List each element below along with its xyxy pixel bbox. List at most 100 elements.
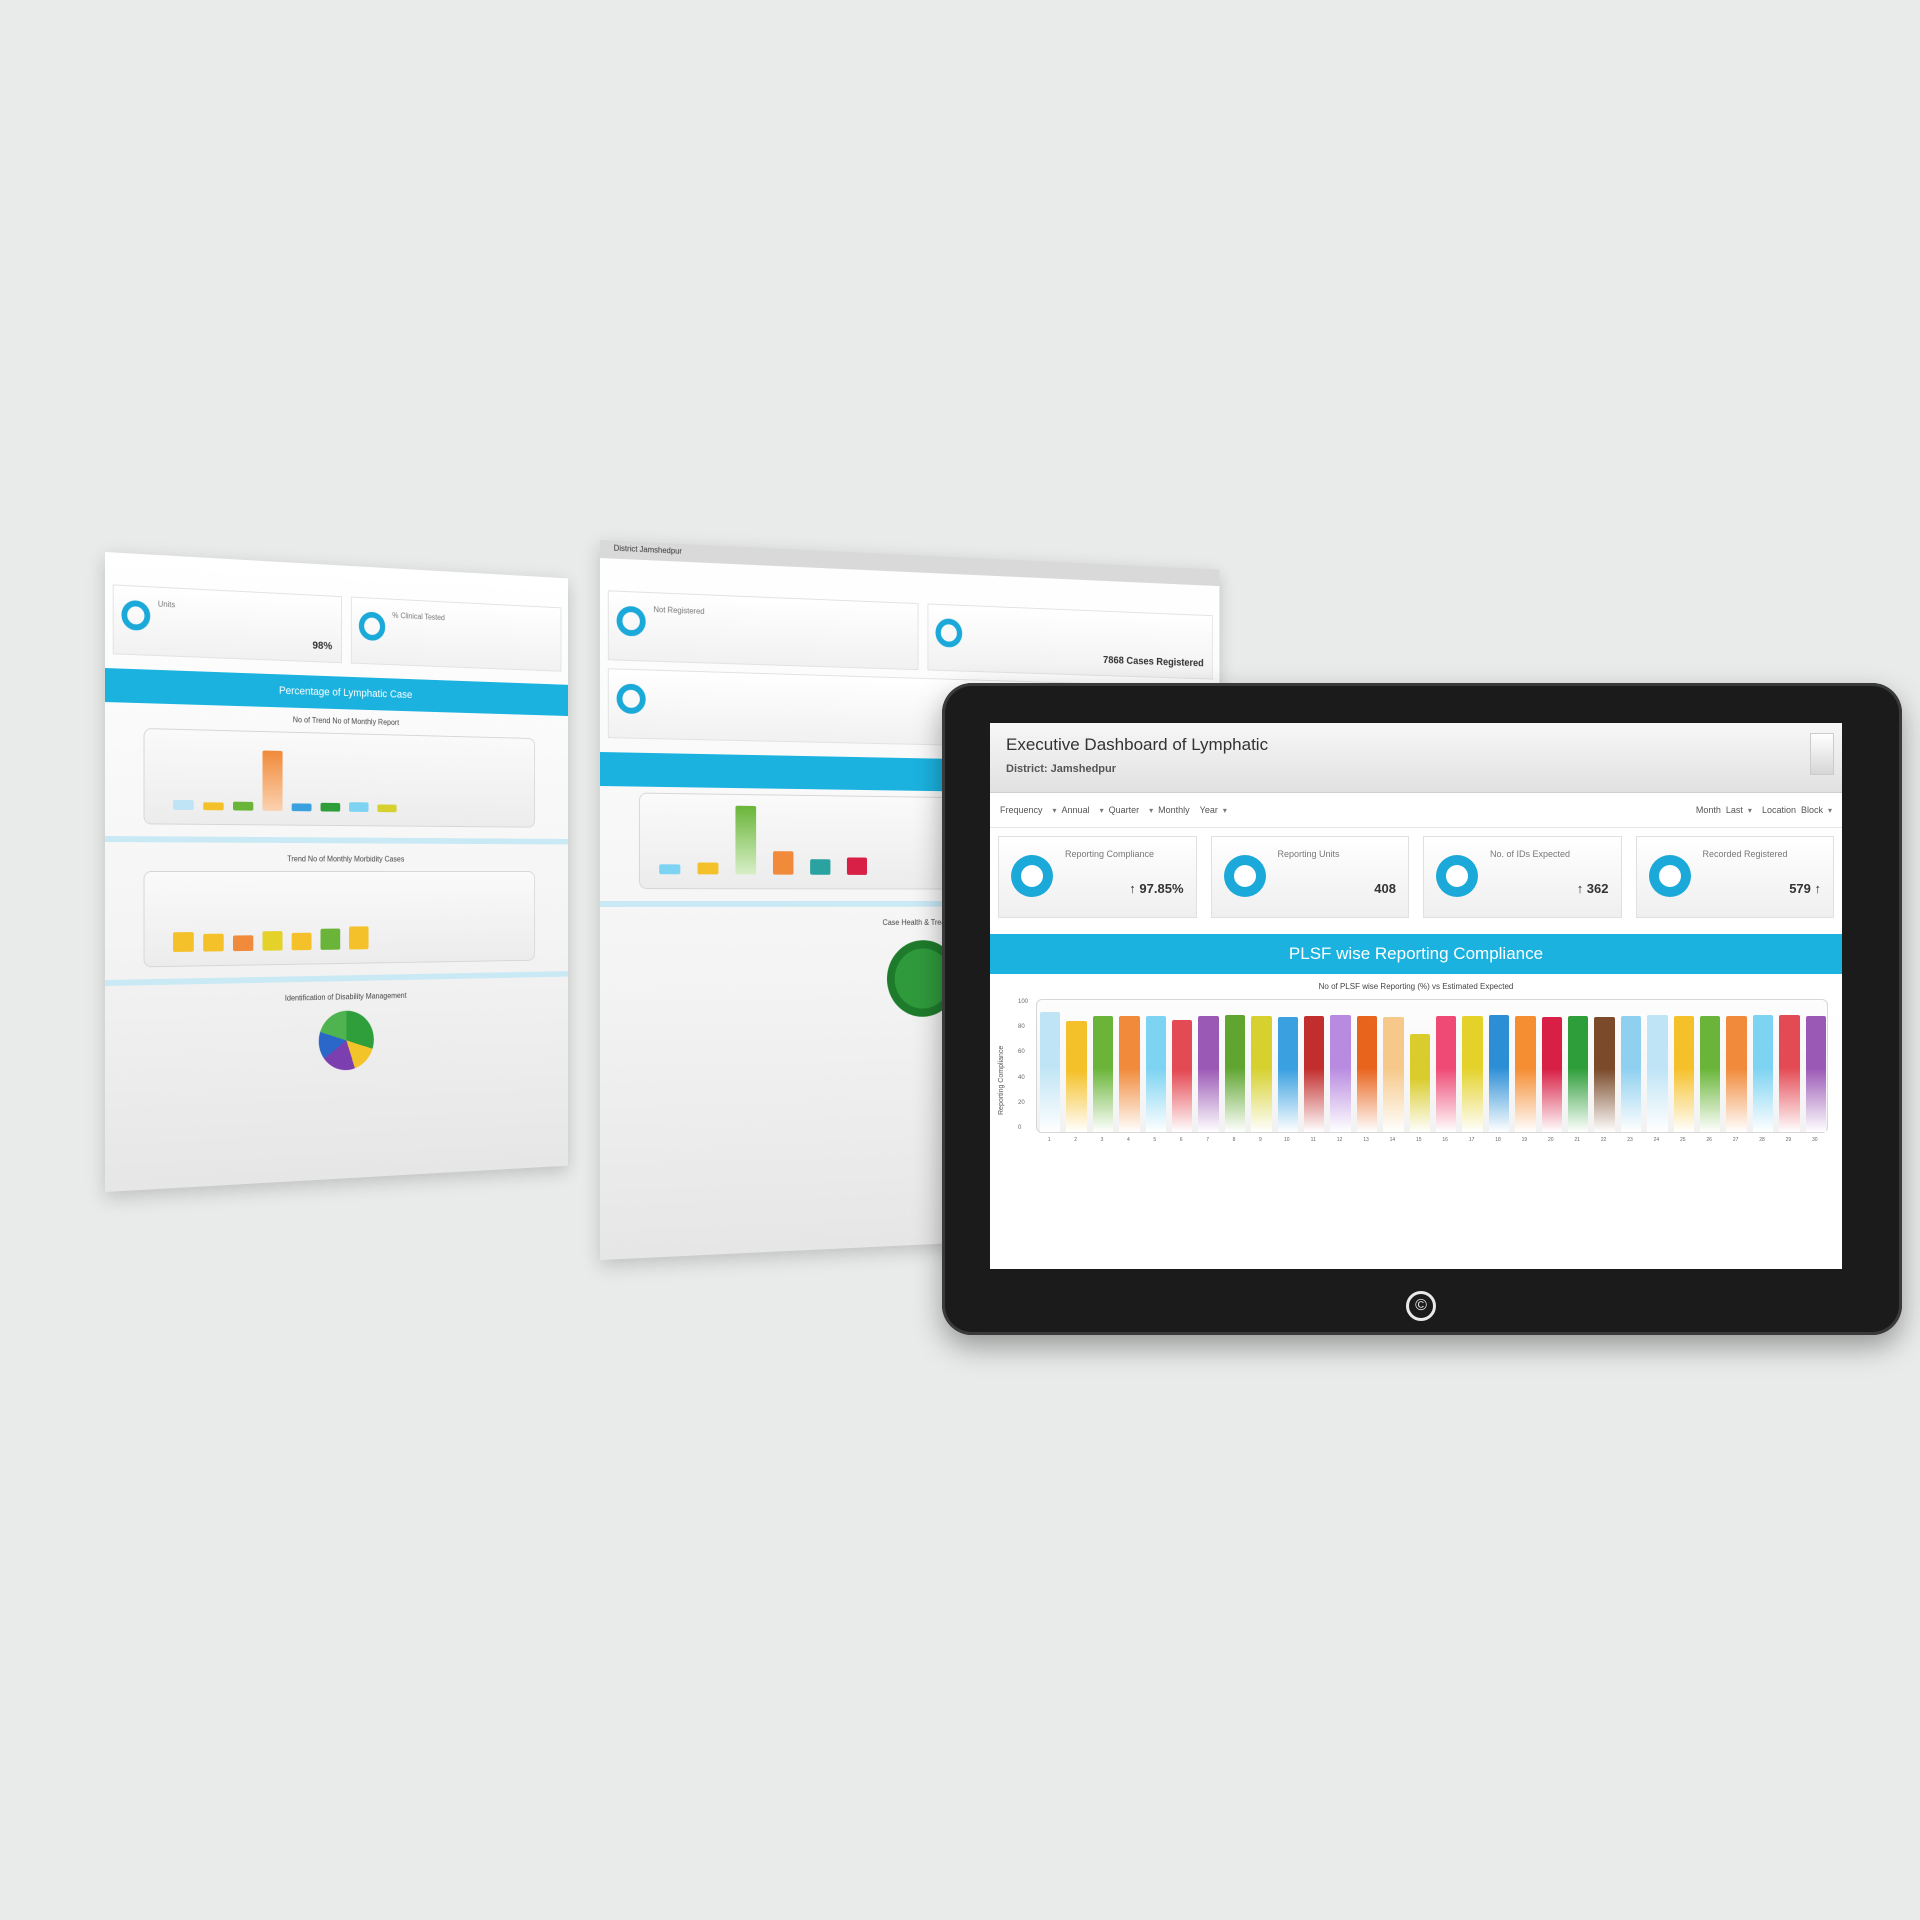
y-tick-label: 20: [1018, 1099, 1025, 1106]
chart-bar[interactable]: [1620, 1016, 1642, 1132]
sheet-a-chart-panel-1: [143, 727, 536, 828]
sheet-a-chart-panel-2: [143, 871, 536, 968]
radio-icon: ▾: [1099, 805, 1104, 815]
chart-bar[interactable]: [1409, 1034, 1431, 1132]
filter-location[interactable]: Location Block ▾: [1762, 805, 1832, 815]
filter-bar: Frequency ▾ Annual ▾ Quarter ▾ Monthly Year…: [990, 793, 1842, 828]
y-tick-label: 40: [1018, 1074, 1025, 1081]
chart-bar[interactable]: [1119, 1016, 1140, 1132]
chart-bar[interactable]: [1356, 1016, 1378, 1132]
x-tick-label: 22: [1600, 1137, 1607, 1143]
chart-bar[interactable]: [1224, 1014, 1246, 1132]
chevron-down-icon: ▾: [1222, 805, 1227, 815]
tablet-device: Executive Dashboard of Lymphatic Distric…: [942, 683, 1902, 1335]
chart-bar[interactable]: [1277, 1017, 1299, 1132]
kpi-value: 408: [1374, 881, 1396, 896]
kpi-label: Recorded Registered: [1702, 849, 1788, 859]
chart-bar[interactable]: [1752, 1014, 1774, 1132]
x-tick-label: 2: [1074, 1137, 1077, 1143]
x-tick-label: 6: [1179, 1137, 1183, 1143]
radio-icon: ▾: [1052, 805, 1057, 815]
filter-quarter[interactable]: ▾ Quarter: [1100, 805, 1140, 815]
promo-stage: Units 98% % Clinical Tested Percentage o…: [0, 0, 1920, 1920]
kpi-value: 579 ↑: [1789, 881, 1821, 896]
chart-bar[interactable]: [1039, 1012, 1061, 1132]
tablet-screen: Executive Dashboard of Lymphatic Distric…: [990, 723, 1842, 1269]
chevron-down-icon: ▾: [1747, 805, 1752, 815]
chart-bar[interactable]: [1462, 1016, 1483, 1132]
y-tick-label: 0: [1018, 1125, 1022, 1131]
section-band: PLSF wise Reporting Compliance: [990, 934, 1842, 974]
pie-chart: [318, 1010, 374, 1072]
chart-bar[interactable]: [1145, 1016, 1167, 1132]
section-divider: [105, 836, 568, 845]
x-tick-label: 15: [1416, 1137, 1422, 1143]
kpi-ring-icon: [1436, 855, 1478, 897]
x-tick-label: 4: [1127, 1137, 1130, 1143]
chart-title: No of PLSF wise Reporting (%) vs Estimat…: [1318, 982, 1514, 991]
x-tick-label: 26: [1706, 1137, 1712, 1143]
home-button[interactable]: ©: [1406, 1291, 1436, 1321]
chart-bar[interactable]: [1383, 1017, 1404, 1132]
kpi-card-reporting-compliance[interactable]: Reporting Compliance ↑ 97.85%: [998, 836, 1197, 918]
filter-month[interactable]: Month Last ▾: [1696, 805, 1752, 815]
kpi-value: ↑ 362: [1576, 881, 1609, 896]
header-corner-button[interactable]: [1810, 733, 1834, 775]
chart-bar[interactable]: [1567, 1016, 1589, 1132]
mini-bar: [203, 802, 224, 811]
filter-label: Monthly: [1158, 805, 1190, 815]
bar-chart: Reporting Compliance 100 80 60 40 20 0 1 2 3 4 5 6 7…: [998, 995, 1832, 1207]
chart-bar[interactable]: [1805, 1016, 1827, 1132]
filter-monthly[interactable]: ▾ Monthly: [1149, 805, 1190, 815]
kpi-value: ↑ 97.85%: [1129, 881, 1184, 896]
kpi-ring-icon: [358, 611, 386, 642]
chevron-down-icon: ▾: [1827, 805, 1832, 815]
x-tick-label: 13: [1363, 1137, 1369, 1143]
sheet-a-subtitle-3: Identification of Disability Management: [284, 991, 407, 1003]
x-tick-label: 7: [1206, 1137, 1209, 1143]
chart-bar[interactable]: [1673, 1016, 1695, 1132]
kpi-label: Not Registered: [653, 605, 705, 616]
filter-annual[interactable]: ▾ Annual: [1053, 805, 1090, 815]
chart-bar[interactable]: [1092, 1016, 1114, 1132]
x-tick-label: 27: [1732, 1137, 1739, 1143]
chart-bar[interactable]: [1779, 1014, 1800, 1132]
chart-plot-area: [1036, 999, 1828, 1133]
mini-bar: [735, 805, 757, 875]
mini-bar: [349, 926, 369, 950]
kpi-card-ids-expected[interactable]: No. of IDs Expected ↑ 362: [1423, 836, 1622, 918]
y-tick-label: 80: [1018, 1024, 1025, 1031]
mini-bar: [173, 799, 194, 810]
sheet-a-kpi-card: % Clinical Tested: [350, 596, 562, 672]
radio-icon: ▾: [1149, 805, 1154, 815]
chart-bar[interactable]: [1330, 1014, 1351, 1132]
chart-bar[interactable]: [1251, 1016, 1272, 1132]
chart-bar[interactable]: [1171, 1019, 1193, 1132]
kpi-label: % Clinical Tested: [392, 611, 445, 623]
chart-bar[interactable]: [1594, 1017, 1615, 1132]
chart-bar[interactable]: [1066, 1020, 1087, 1132]
dashboard-header: Executive Dashboard of Lymphatic Distric…: [990, 723, 1842, 793]
chart-bar[interactable]: [1726, 1016, 1747, 1132]
kpi-card-recorded-registered[interactable]: Recorded Registered 579 ↑: [1635, 836, 1834, 918]
x-tick-label: 18: [1495, 1137, 1501, 1143]
sheet-b-kpi-card: 7868 Cases Registered: [927, 603, 1213, 680]
kpi-label: Units: [157, 599, 176, 610]
chart-bar[interactable]: [1647, 1014, 1668, 1132]
chart-bar[interactable]: [1515, 1016, 1536, 1132]
kpi-card-reporting-units[interactable]: Reporting Units 408: [1210, 836, 1409, 918]
mini-bar: [810, 859, 831, 875]
chart-bar[interactable]: [1303, 1016, 1325, 1132]
dashboard-title: Executive Dashboard of Lymphatic: [1006, 735, 1269, 754]
filter-frequency[interactable]: Frequency: [1000, 805, 1043, 815]
chart-bar[interactable]: [1435, 1016, 1457, 1132]
mini-bar: [320, 802, 341, 812]
x-tick-label: 10: [1284, 1137, 1290, 1143]
kpi-ring-icon: [121, 599, 151, 631]
chart-bar[interactable]: [1488, 1014, 1510, 1132]
kpi-label: Reporting Units: [1277, 849, 1340, 859]
chart-bar[interactable]: [1198, 1016, 1219, 1132]
chart-bar[interactable]: [1699, 1016, 1721, 1132]
filter-year[interactable]: Year ▾: [1200, 805, 1227, 815]
chart-bar[interactable]: [1541, 1017, 1563, 1132]
